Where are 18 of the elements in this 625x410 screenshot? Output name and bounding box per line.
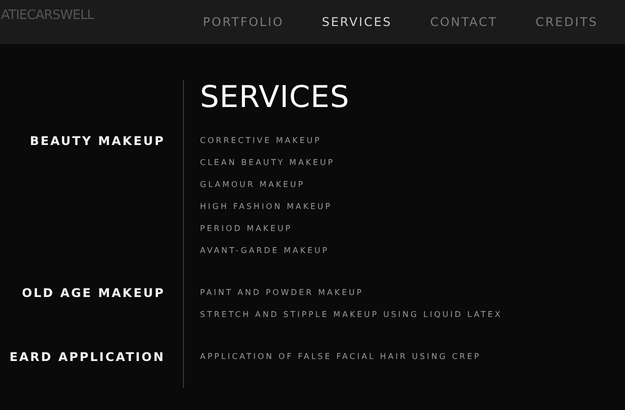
nav-link[interactable]: CREDITS xyxy=(535,15,598,29)
service-item: CORRECTIVE MAKEUP xyxy=(200,135,322,147)
service-item: STRETCH AND STIPPLE MAKEUP USING LIQUID LATEX xyxy=(200,309,504,321)
service-item: CLEAN BEAUTY MAKEUP xyxy=(200,157,336,169)
nav-link[interactable]: CONTACT xyxy=(430,15,498,29)
category-heading: OLD AGE MAKEUP xyxy=(22,285,165,302)
service-item: PERIOD MAKEUP xyxy=(200,223,294,235)
service-item: PAINT AND POWDER MAKEUP xyxy=(200,287,364,299)
service-item: HIGH FASHION MAKEUP xyxy=(200,201,334,213)
service-item: GLAMOUR MAKEUP xyxy=(200,179,306,191)
category-heading: EARD APPLICATION xyxy=(9,349,165,366)
nav-link[interactable]: SERVICES xyxy=(322,15,392,29)
page-title: SERVICES xyxy=(200,80,351,117)
nav-link[interactable]: PORTFOLIO xyxy=(202,15,284,29)
service-item: AVANT-GARDE MAKEUP xyxy=(200,245,330,257)
service-item: APPLICATION OF FALSE FACIAL HAIR USING CREP xyxy=(200,351,482,363)
category-heading: BEAUTY MAKEUP xyxy=(30,133,165,150)
logo[interactable]: ATIECARSWELL xyxy=(1,8,94,22)
